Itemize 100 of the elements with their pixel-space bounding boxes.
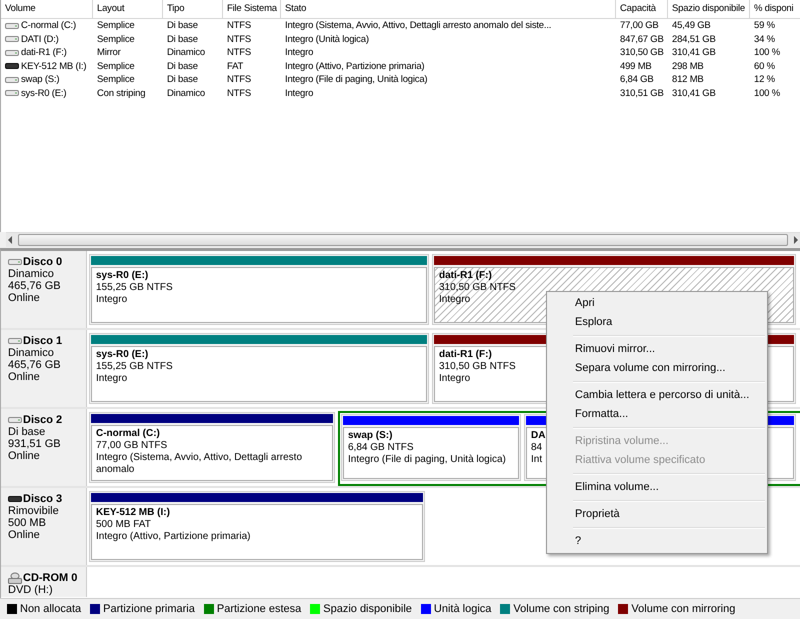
legend-label: Spazio disponibile <box>323 603 412 615</box>
volume-name: swap (S:) <box>348 430 392 442</box>
volume-info: 6,84 GB NTFS <box>348 442 414 454</box>
table-cell-text: 847,67 GB <box>619 32 665 46</box>
volume-info: 77,00 GB NTFS <box>96 440 168 452</box>
volume-block[interactable]: sys-R0 (E:) 155,25 GB NTFS Integro <box>89 333 429 404</box>
drive-icon <box>5 35 19 44</box>
disk-label-panel[interactable]: Disco 0 Dinamico 465,76 GB Online <box>1 251 87 328</box>
volume-info: Integro <box>439 294 470 306</box>
table-cell-text: 298 MB <box>671 60 705 73</box>
optical-drive-icon <box>8 572 22 584</box>
table-cell: dati-R1 (F:) <box>21 46 67 60</box>
volume-block[interactable]: C-normal (C:) 77,00 GB NTFS Integro (Sistema, Avvio, Attivo, Dettagli arresto anomalo <box>89 412 335 483</box>
volume-block[interactable]: sys-R0 (E:) 155,25 GB NTFS Integro <box>89 254 429 325</box>
menu-item[interactable]: ? <box>549 532 765 551</box>
disk-info: 500 MB <box>8 517 47 529</box>
table-cell-text: 310,41 GB <box>671 46 717 60</box>
disk-info: Dinamico <box>8 347 55 359</box>
volume-info: 310,50 GB NTFS <box>439 282 516 294</box>
table-cell-text: 77,00 GB <box>619 19 660 32</box>
horizontal-scrollbar[interactable] <box>6 232 800 247</box>
disk-info: Rimovibile <box>8 505 60 517</box>
menu-item[interactable]: Proprietà <box>549 505 765 524</box>
table-cell-text: Di base <box>166 32 199 46</box>
volume-name: dati-R1 (F:) <box>439 270 492 282</box>
table-cell-text: 284,51 GB <box>671 32 717 46</box>
drive-icon <box>8 258 22 266</box>
table-cell-text: NTFS <box>226 73 252 86</box>
volume-info: 155,25 GB NTFS <box>96 282 173 294</box>
scroll-left-icon[interactable] <box>6 236 14 244</box>
volume-block[interactable]: swap (S:) 6,84 GB NTFS Integro (File di paging, Unità logica) <box>341 414 521 481</box>
disk-info: DVD (H:) <box>8 584 54 596</box>
disk-info: Online <box>8 529 41 541</box>
table-cell-text: NTFS <box>226 46 252 60</box>
disk-label-panel[interactable]: Disco 3 Rimovibile 500 MB Online <box>1 488 87 565</box>
table-cell-text: Dinamico <box>166 86 206 100</box>
table-cell-text: 45,49 GB <box>671 19 712 32</box>
menu-item[interactable]: Cambia lettera e percorso di unità... <box>549 386 765 405</box>
menu-item[interactable]: Separa volume con mirroring... <box>549 359 765 378</box>
disk-info: Online <box>8 450 41 462</box>
table-cell-text: Integro (Sistema, Avvio, Attivo, Dettagli arresto anomalo del siste... <box>284 19 552 32</box>
table-cell-text: 812 MB <box>671 73 705 86</box>
table-cell-text: 59 % <box>753 19 776 32</box>
volume-info: 84 <box>531 442 542 454</box>
legend-label: Volume con mirroring <box>631 603 736 615</box>
table-cell: swap (S:) <box>21 73 60 86</box>
table-cell: DATI (D:) <box>21 32 59 46</box>
drive-icon <box>8 416 22 424</box>
table-cell-text: Integro <box>284 46 314 60</box>
menu-item[interactable]: Elimina volume... <box>549 478 765 497</box>
disk-info: Online <box>8 371 41 383</box>
table-cell-text: 34 % <box>753 32 776 46</box>
menu-item[interactable]: Rimuovi mirror... <box>549 340 765 359</box>
disk-info: Di base <box>8 426 46 438</box>
table-cell-text: NTFS <box>226 32 252 46</box>
volume-name: C-normal (C:) <box>96 428 160 440</box>
volume-info: 500 MB FAT <box>96 519 151 531</box>
table-cell-text: 499 MB <box>619 60 653 73</box>
volume-info: Integro <box>96 294 128 306</box>
disk-label-panel[interactable]: Disco 1 Dinamico 465,76 GB Online <box>1 330 87 407</box>
table-cell-text: 310,41 GB <box>671 86 717 100</box>
table-cell-text: Con striping <box>96 86 146 100</box>
disk-label-panel[interactable]: Disco 2 Di base 931,51 GB Online <box>1 409 87 486</box>
table-cell-text: Dinamico <box>166 46 206 60</box>
disk-label-panel[interactable]: CD-ROM 0 DVD (H:) <box>1 567 87 597</box>
legend-label: Non allocata <box>20 603 82 615</box>
volume-name: DA <box>531 430 546 442</box>
volume-block[interactable]: KEY-512 MB (I:) 500 MB FAT Integro (Attivo, Partizione primaria) <box>89 491 425 562</box>
volume-name: sys-R0 (E:) <box>96 270 148 282</box>
volume-info: Integro (File di paging, Unità logica) <box>348 454 506 466</box>
table-cell-text: Semplice <box>96 32 136 46</box>
disk-name: Disco 1 <box>23 335 62 347</box>
volume-info: Integro (Attivo, Partizione primaria) <box>96 531 251 543</box>
menu-item[interactable]: Apri <box>549 294 765 313</box>
legend-label: Partizione primaria <box>103 603 195 615</box>
table-cell-text: 310,51 GB <box>619 86 665 100</box>
table-cell-text: Integro (Unità logica) <box>284 32 370 46</box>
menu-item[interactable]: Formatta... <box>549 405 765 424</box>
table-cell-text: Di base <box>166 73 199 86</box>
table-cell-text: Di base <box>166 60 199 73</box>
table-cell-text: Semplice <box>96 60 136 73</box>
table-cell-text: 100 % <box>753 46 781 60</box>
table-cell-text: 12 % <box>753 73 776 86</box>
volume-info: 155,25 GB NTFS <box>96 361 173 373</box>
volume-info: Integro <box>439 373 470 385</box>
volume-name: dati-R1 (F:) <box>439 349 492 361</box>
table-cell: KEY-512 MB (I:) <box>21 60 86 73</box>
scroll-thumb[interactable] <box>18 234 788 246</box>
table-cell-text: Integro (Attivo, Partizione primaria) <box>284 60 426 73</box>
volume-name: KEY-512 MB (I:) <box>96 507 170 519</box>
table-cell-text: 6,84 GB <box>619 73 654 86</box>
drive-icon <box>5 76 19 84</box>
volume-info: 310,50 GB NTFS <box>439 361 516 373</box>
table-cell: sys-R0 (E:) <box>21 86 66 100</box>
scroll-right-icon[interactable] <box>792 236 800 244</box>
table-cell-text: 100 % <box>753 86 781 100</box>
table-cell-text: Integro (File di paging, Unità logica) <box>284 73 428 86</box>
table-cell-text: Semplice <box>96 73 136 86</box>
table-cell-text: Mirror <box>96 46 122 60</box>
volume-info: Integro (Sistema, Avvio, Attivo, Dettagli arresto anomalo <box>96 452 304 476</box>
